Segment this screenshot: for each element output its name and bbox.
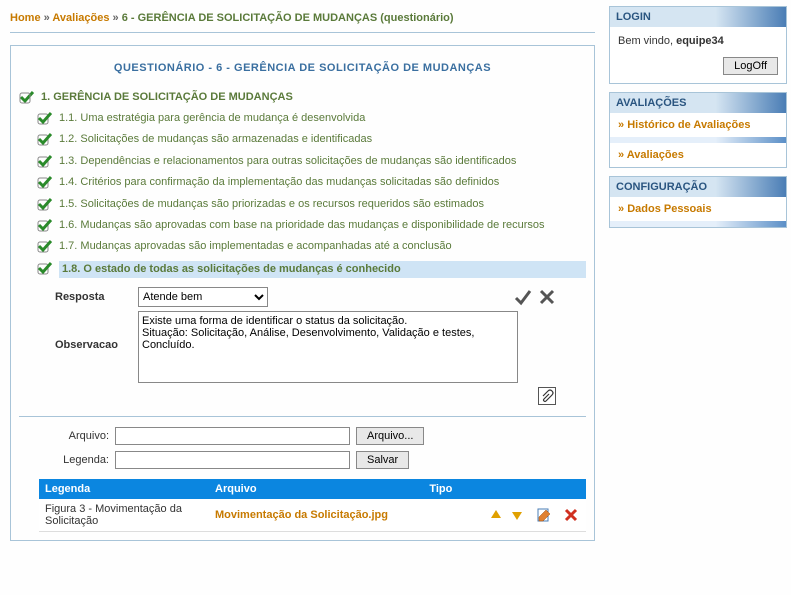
observacao-label: Observacao <box>55 311 130 351</box>
table-row: Figura 3 - Movimentação da Solicitação M… <box>39 499 586 532</box>
breadcrumb-current: 6 - GERÊNCIA DE SOLICITAÇÃO DE MUDANÇAS … <box>122 12 454 24</box>
upload-box: Arquivo: Arquivo... Legenda: Salvar Lege… <box>39 427 586 532</box>
section-heading: 1. GERÊNCIA DE SOLICITAÇÃO DE MUDANÇAS <box>19 86 586 108</box>
item-1-2[interactable]: 1.2. Solicitações de mudanças são armaze… <box>19 129 586 150</box>
item-1-5[interactable]: 1.5. Solicitações de mudanças são priori… <box>19 194 586 215</box>
questionario-panel: QUESTIONÁRIO - 6 - GERÊNCIA DE SOLICITAÇ… <box>10 45 595 541</box>
th-arquivo: Arquivo <box>209 479 423 499</box>
edit-icon[interactable] <box>537 508 551 522</box>
config-heading: CONFIGURAÇÃO <box>610 177 786 197</box>
item-1-6[interactable]: 1.6. Mudanças são aprovadas com base na … <box>19 215 586 236</box>
check-icon <box>37 132 53 146</box>
check-icon <box>37 239 53 253</box>
delete-icon[interactable] <box>564 508 578 522</box>
move-down-icon[interactable] <box>510 508 524 522</box>
response-box: Resposta Atende bem Observacao <box>55 287 586 406</box>
check-icon <box>37 197 53 211</box>
sidebar-link-dados[interactable]: Dados Pessoais <box>610 197 786 221</box>
th-legenda: Legenda <box>39 479 209 499</box>
check-icon <box>37 154 53 168</box>
confirm-icon[interactable] <box>514 288 532 306</box>
attachment-icon[interactable] <box>538 387 556 405</box>
breadcrumb: Home » Avaliações » 6 - GERÊNCIA DE SOLI… <box>10 8 595 33</box>
breadcrumb-home[interactable]: Home <box>10 12 41 24</box>
panel-title: QUESTIONÁRIO - 6 - GERÊNCIA DE SOLICITAÇ… <box>19 54 586 86</box>
arquivo-input[interactable] <box>115 427 350 445</box>
check-icon <box>37 111 53 125</box>
item-1-3[interactable]: 1.3. Dependências e relacionamentos para… <box>19 151 586 172</box>
login-panel: LOGIN Bem vindo, equipe34 LogOff <box>609 6 787 84</box>
resposta-label: Resposta <box>55 291 130 303</box>
config-panel: CONFIGURAÇÃO Dados Pessoais <box>609 176 787 228</box>
item-1-7[interactable]: 1.7. Mudanças aprovadas são implementada… <box>19 236 586 257</box>
sidebar-link-avaliacoes[interactable]: Avaliações <box>610 143 786 167</box>
legenda-label: Legenda: <box>39 454 109 466</box>
item-1-8[interactable]: 1.8. O estado de todas as solicitações d… <box>19 258 586 281</box>
check-icon <box>37 218 53 232</box>
logoff-button[interactable]: LogOff <box>723 57 778 75</box>
welcome-text: Bem vindo, equipe34 <box>618 35 778 47</box>
resposta-select[interactable]: Atende bem <box>138 287 268 307</box>
item-1-4[interactable]: 1.4. Critérios para confirmação da imple… <box>19 172 586 193</box>
move-up-icon[interactable] <box>489 508 503 522</box>
check-icon <box>19 90 35 104</box>
observacao-textarea[interactable] <box>138 311 518 383</box>
th-tipo: Tipo <box>423 479 464 499</box>
file-link[interactable]: Movimentação da Solicitação.jpg <box>215 509 388 521</box>
salvar-button[interactable]: Salvar <box>356 451 409 469</box>
arquivo-label: Arquivo: <box>39 430 109 442</box>
avaliacoes-panel: AVALIAÇÕES Histórico de Avaliações Avali… <box>609 92 787 168</box>
item-1-1[interactable]: 1.1. Uma estratégia para gerência de mud… <box>19 108 586 129</box>
cancel-icon[interactable] <box>538 288 556 306</box>
file-table: Legenda Arquivo Tipo Figura 3 - Moviment… <box>39 479 586 532</box>
arquivo-button[interactable]: Arquivo... <box>356 427 424 445</box>
legenda-input[interactable] <box>115 451 350 469</box>
check-icon <box>37 175 53 189</box>
avaliacoes-heading: AVALIAÇÕES <box>610 93 786 113</box>
check-icon <box>37 261 53 275</box>
breadcrumb-avaliacoes[interactable]: Avaliações <box>52 12 109 24</box>
cell-legenda: Figura 3 - Movimentação da Solicitação <box>39 499 209 532</box>
sidebar-link-historico[interactable]: Histórico de Avaliações <box>610 113 786 137</box>
login-heading: LOGIN <box>610 7 786 27</box>
